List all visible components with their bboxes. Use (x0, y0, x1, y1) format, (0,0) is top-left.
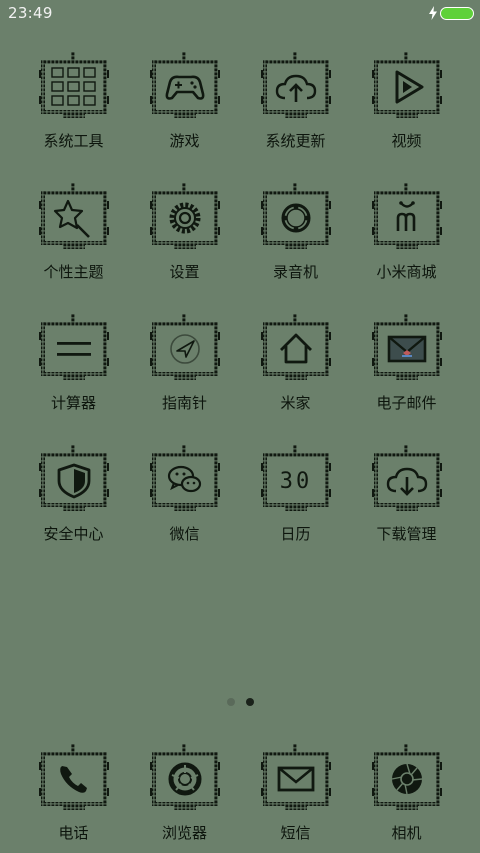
app-games[interactable]: 游戏 (129, 48, 240, 158)
app-label: 系统更新 (265, 132, 326, 150)
battery-icon (440, 7, 474, 20)
app-label: 电子邮件 (376, 394, 437, 412)
app-themes[interactable]: 个性主题 (18, 179, 129, 289)
app-label: 小米商城 (376, 263, 437, 281)
app-email[interactable]: 电子邮件 (351, 310, 462, 420)
calendar-icon: 30 (261, 445, 331, 515)
app-label: 短信 (280, 824, 311, 842)
dock-browser[interactable]: 浏览器 (129, 740, 240, 850)
app-label: 个性主题 (43, 263, 104, 281)
app-label: 计算器 (50, 394, 96, 412)
gear-icon (150, 183, 220, 253)
app-label: 指南针 (161, 394, 207, 412)
app-settings[interactable]: 设置 (129, 179, 240, 289)
compass-icon (150, 314, 220, 384)
charging-icon (429, 6, 437, 20)
app-label: 微信 (169, 525, 200, 543)
app-system-update[interactable]: 系统更新 (240, 48, 351, 158)
folder-grid-icon (39, 52, 109, 122)
app-calculator[interactable]: 计算器 (18, 310, 129, 420)
app-mi-store[interactable]: 小米商城 (351, 179, 462, 289)
camera-icon (372, 744, 442, 814)
page-indicator (0, 698, 480, 710)
calculator-icon (39, 314, 109, 384)
app-label: 视频 (391, 132, 422, 150)
status-bar: 23:49 (0, 0, 480, 28)
app-wechat[interactable]: 微信 (129, 441, 240, 551)
shield-icon (39, 445, 109, 515)
wechat-icon (150, 445, 220, 515)
mi-bag-icon (372, 183, 442, 253)
app-system-tools[interactable]: 系统工具 (18, 48, 129, 158)
phone-icon (39, 744, 109, 814)
message-icon (261, 744, 331, 814)
app-downloads[interactable]: 下载管理 (351, 441, 462, 551)
page-dot-2-active[interactable] (246, 698, 254, 706)
app-label: 游戏 (169, 132, 200, 150)
app-label: 浏览器 (161, 824, 207, 842)
dock-phone[interactable]: 电话 (18, 740, 129, 850)
app-label: 设置 (169, 263, 200, 281)
app-label: 系统工具 (43, 132, 104, 150)
app-compass[interactable]: 指南针 (129, 310, 240, 420)
dock-camera[interactable]: 相机 (351, 740, 462, 850)
calendar-day: 30 (280, 469, 313, 494)
app-label: 相机 (391, 824, 422, 842)
app-label: 安全中心 (43, 525, 104, 543)
app-recorder[interactable]: 录音机 (240, 179, 351, 289)
cloud-upload-icon (261, 52, 331, 122)
recorder-icon (261, 183, 331, 253)
dock-messages[interactable]: 短信 (240, 740, 351, 850)
gamepad-icon (150, 52, 220, 122)
home-icon (261, 314, 331, 384)
play-icon (372, 52, 442, 122)
app-label: 电话 (58, 824, 89, 842)
app-label: 日历 (280, 525, 311, 543)
app-calendar[interactable]: 30 日历 (240, 441, 351, 551)
star-wand-icon (39, 183, 109, 253)
app-mi-home[interactable]: 米家 (240, 310, 351, 420)
app-label: 下载管理 (376, 525, 437, 543)
status-time: 23:49 (8, 4, 53, 22)
cloud-download-icon (372, 445, 442, 515)
page-dot-1[interactable] (227, 698, 235, 706)
browser-icon (150, 744, 220, 814)
email-icon (372, 314, 442, 384)
app-security[interactable]: 安全中心 (18, 441, 129, 551)
app-video[interactable]: 视频 (351, 48, 462, 158)
app-label: 米家 (280, 394, 311, 412)
app-label: 录音机 (272, 263, 318, 281)
